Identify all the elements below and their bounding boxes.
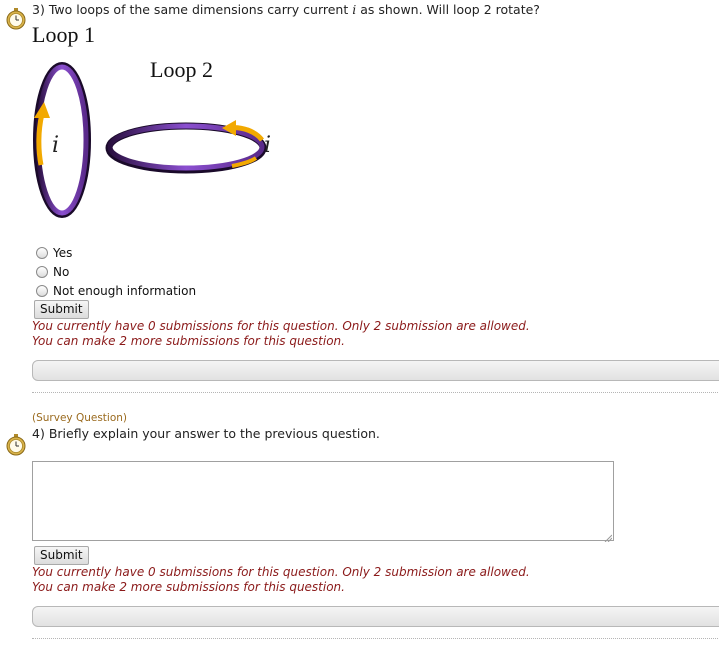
question-4-submit-button[interactable]: Submit	[34, 546, 89, 565]
question-3-text-before: Two loops of the same dimensions carry c…	[48, 2, 349, 17]
resize-handle-icon[interactable]	[604, 531, 613, 543]
question-3-number: 3)	[32, 2, 45, 17]
divider	[32, 638, 719, 639]
option-not-enough-info[interactable]: Not enough information	[36, 282, 196, 300]
question-3-submit-button[interactable]: Submit	[34, 300, 89, 319]
question-4-feedback-bar[interactable]	[32, 606, 719, 627]
survey-question-tag: (Survey Question)	[32, 412, 128, 424]
question-4-number: 4)	[32, 426, 45, 441]
loops-figure: i i	[28, 60, 288, 222]
question-3-feedback-bar[interactable]	[32, 360, 719, 381]
radio-not-enough-info[interactable]	[36, 285, 48, 297]
question-3-text: 3) Two loops of the same dimensions carr…	[32, 2, 540, 17]
current-symbol: i	[352, 2, 357, 17]
question-3-submission-count: You currently have 0 submissions for thi…	[32, 319, 530, 333]
stopwatch-icon	[6, 8, 26, 30]
question-4-answer-textarea[interactable]	[32, 461, 614, 541]
option-not-enough-info-label: Not enough information	[53, 284, 197, 298]
loop-2-current-label: i	[264, 133, 271, 158]
stopwatch-icon	[6, 434, 26, 456]
loop-1-label: Loop 1	[32, 22, 95, 47]
question-4-submissions-remaining: You can make 2 more submissions for this…	[32, 580, 345, 594]
loop-1-current-label: i	[52, 133, 59, 158]
question-4-text: 4) Briefly explain your answer to the pr…	[32, 426, 380, 441]
loop-1-ring	[33, 62, 91, 218]
radio-yes[interactable]	[36, 247, 48, 259]
divider	[32, 392, 719, 393]
option-yes-label: Yes	[53, 246, 73, 260]
option-no-label: No	[53, 265, 70, 279]
question-3-text-after: as shown. Will loop 2 rotate?	[360, 2, 540, 17]
question-4-prompt: Briefly explain your answer to the previ…	[48, 426, 380, 441]
option-yes[interactable]: Yes	[36, 244, 72, 262]
radio-no[interactable]	[36, 266, 48, 278]
question-3-submissions-remaining: You can make 2 more submissions for this…	[32, 334, 345, 348]
option-no[interactable]: No	[36, 263, 69, 281]
question-4-submission-count: You currently have 0 submissions for thi…	[32, 565, 530, 579]
